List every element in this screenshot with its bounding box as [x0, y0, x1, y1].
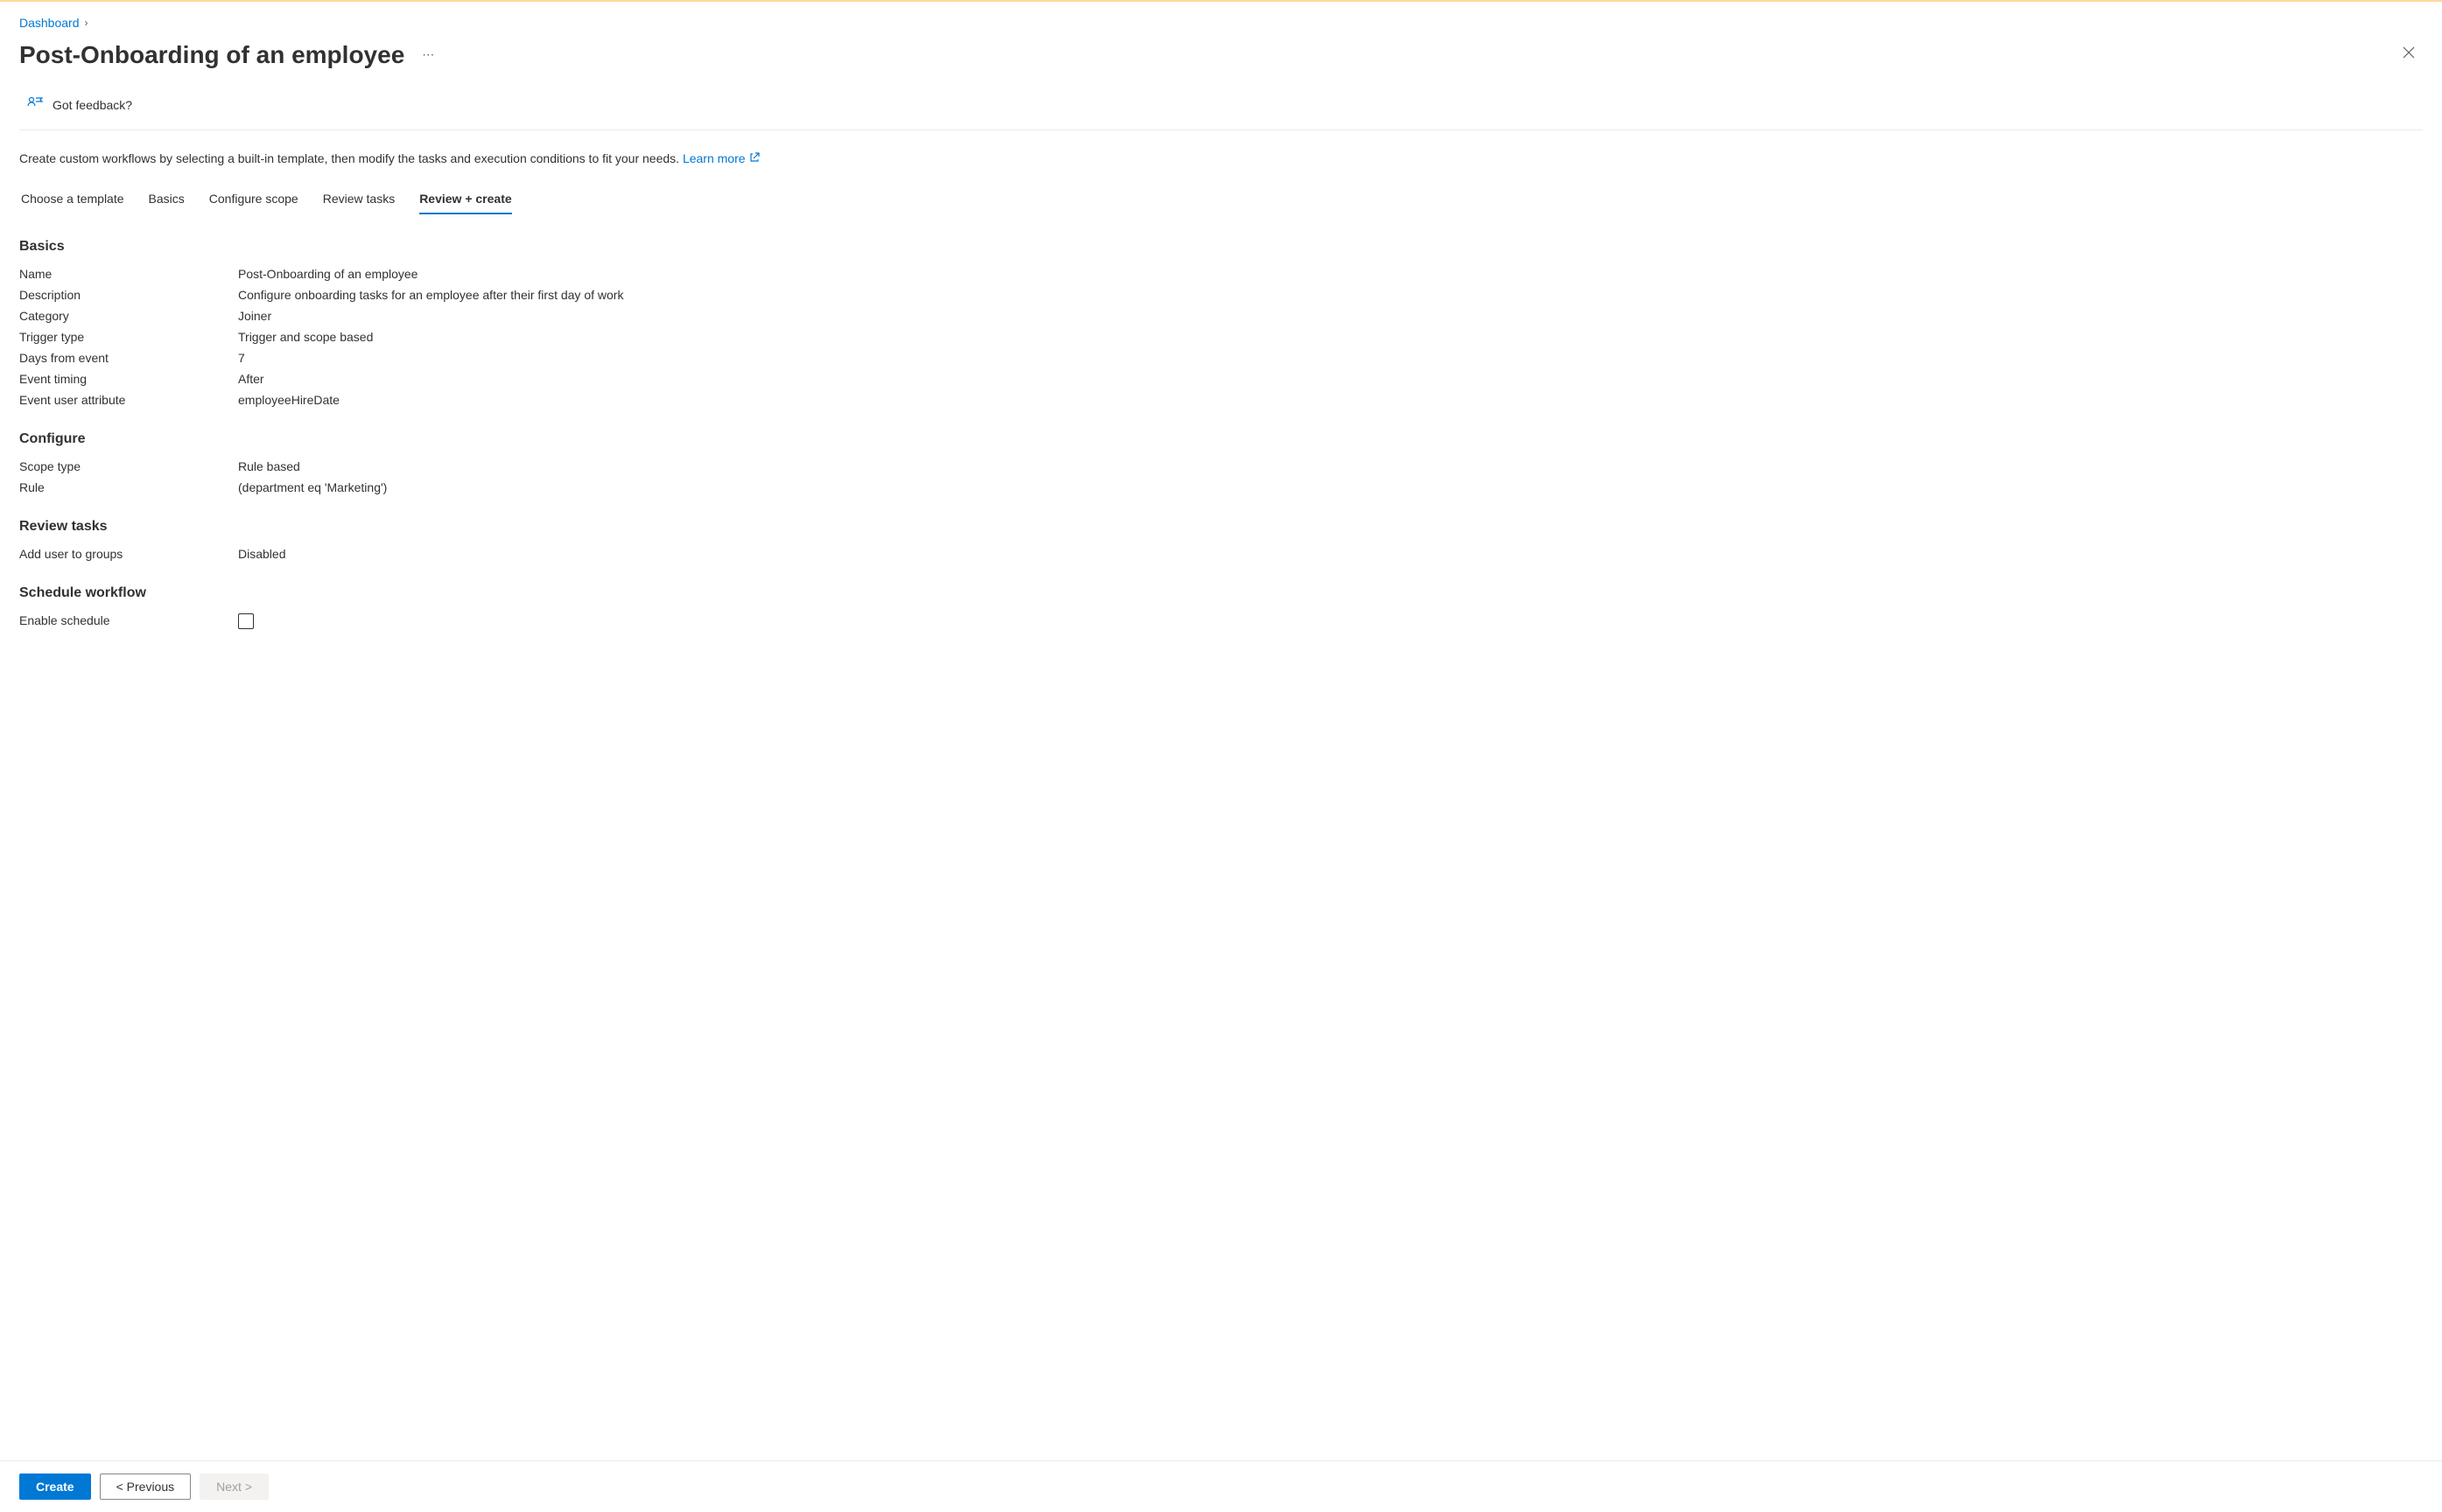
- label-trigger-type: Trigger type: [19, 330, 238, 344]
- next-button: Next >: [200, 1474, 269, 1500]
- feedback-link[interactable]: Got feedback?: [19, 95, 2423, 130]
- description-text: Create custom workflows by selecting a b…: [19, 151, 2423, 165]
- row-rule: Rule (department eq 'Marketing'): [19, 477, 2423, 498]
- row-name: Name Post-Onboarding of an employee: [19, 263, 2423, 284]
- breadcrumb: Dashboard ›: [19, 16, 2423, 30]
- tab-configure-scope[interactable]: Configure scope: [209, 185, 298, 214]
- previous-button[interactable]: < Previous: [100, 1474, 192, 1500]
- close-icon: [2402, 46, 2416, 60]
- section-heading-schedule-workflow: Schedule workflow: [19, 585, 2423, 601]
- label-name: Name: [19, 267, 238, 281]
- label-event-timing: Event timing: [19, 372, 238, 386]
- tab-review-tasks[interactable]: Review tasks: [323, 185, 395, 214]
- value-scope-type: Rule based: [238, 459, 300, 473]
- label-description: Description: [19, 288, 238, 302]
- row-event-user-attribute: Event user attribute employeeHireDate: [19, 389, 2423, 410]
- row-description: Description Configure onboarding tasks f…: [19, 284, 2423, 305]
- feedback-icon: [26, 95, 44, 114]
- value-rule: (department eq 'Marketing'): [238, 480, 387, 494]
- value-description: Configure onboarding tasks for an employ…: [238, 288, 623, 302]
- enable-schedule-checkbox[interactable]: [238, 613, 254, 629]
- label-enable-schedule: Enable schedule: [19, 613, 238, 629]
- label-add-user-to-groups: Add user to groups: [19, 547, 238, 561]
- row-days-from-event: Days from event 7: [19, 347, 2423, 368]
- breadcrumb-dashboard-link[interactable]: Dashboard: [19, 16, 80, 30]
- value-event-timing: After: [238, 372, 264, 386]
- row-event-timing: Event timing After: [19, 368, 2423, 389]
- tabs: Choose a template Basics Configure scope…: [19, 185, 2423, 214]
- value-category: Joiner: [238, 309, 271, 323]
- label-rule: Rule: [19, 480, 238, 494]
- enable-schedule-checkbox-wrap: [238, 613, 254, 629]
- value-name: Post-Onboarding of an employee: [238, 267, 418, 281]
- section-review-tasks: Review tasks Add user to groups Disabled: [19, 519, 2423, 564]
- learn-more-link[interactable]: Learn more: [683, 151, 760, 165]
- tab-choose-template[interactable]: Choose a template: [21, 185, 124, 214]
- feedback-label: Got feedback?: [53, 98, 132, 112]
- chevron-right-icon: ›: [85, 17, 88, 29]
- value-add-user-to-groups: Disabled: [238, 547, 285, 561]
- section-schedule-workflow: Schedule workflow Enable schedule: [19, 585, 2423, 633]
- section-heading-configure: Configure: [19, 431, 2423, 447]
- section-configure: Configure Scope type Rule based Rule (de…: [19, 431, 2423, 498]
- external-link-icon: [749, 151, 760, 165]
- value-days-from-event: 7: [238, 351, 245, 365]
- label-scope-type: Scope type: [19, 459, 238, 473]
- row-category: Category Joiner: [19, 305, 2423, 326]
- close-button[interactable]: [2395, 38, 2423, 71]
- tab-basics[interactable]: Basics: [149, 185, 185, 214]
- section-heading-review-tasks: Review tasks: [19, 519, 2423, 535]
- footer: Create < Previous Next >: [0, 1460, 2442, 1512]
- row-trigger-type: Trigger type Trigger and scope based: [19, 326, 2423, 347]
- row-scope-type: Scope type Rule based: [19, 456, 2423, 477]
- label-category: Category: [19, 309, 238, 323]
- more-options-icon[interactable]: ⋯: [418, 44, 439, 66]
- label-days-from-event: Days from event: [19, 351, 238, 365]
- value-trigger-type: Trigger and scope based: [238, 330, 373, 344]
- row-add-user-to-groups: Add user to groups Disabled: [19, 543, 2423, 564]
- section-heading-basics: Basics: [19, 239, 2423, 255]
- tab-review-create[interactable]: Review + create: [419, 185, 511, 214]
- page-title: Post-Onboarding of an employee: [19, 41, 404, 69]
- row-enable-schedule: Enable schedule: [19, 610, 2423, 633]
- section-basics: Basics Name Post-Onboarding of an employ…: [19, 239, 2423, 410]
- value-event-user-attribute: employeeHireDate: [238, 393, 340, 407]
- label-event-user-attribute: Event user attribute: [19, 393, 238, 407]
- create-button[interactable]: Create: [19, 1474, 91, 1500]
